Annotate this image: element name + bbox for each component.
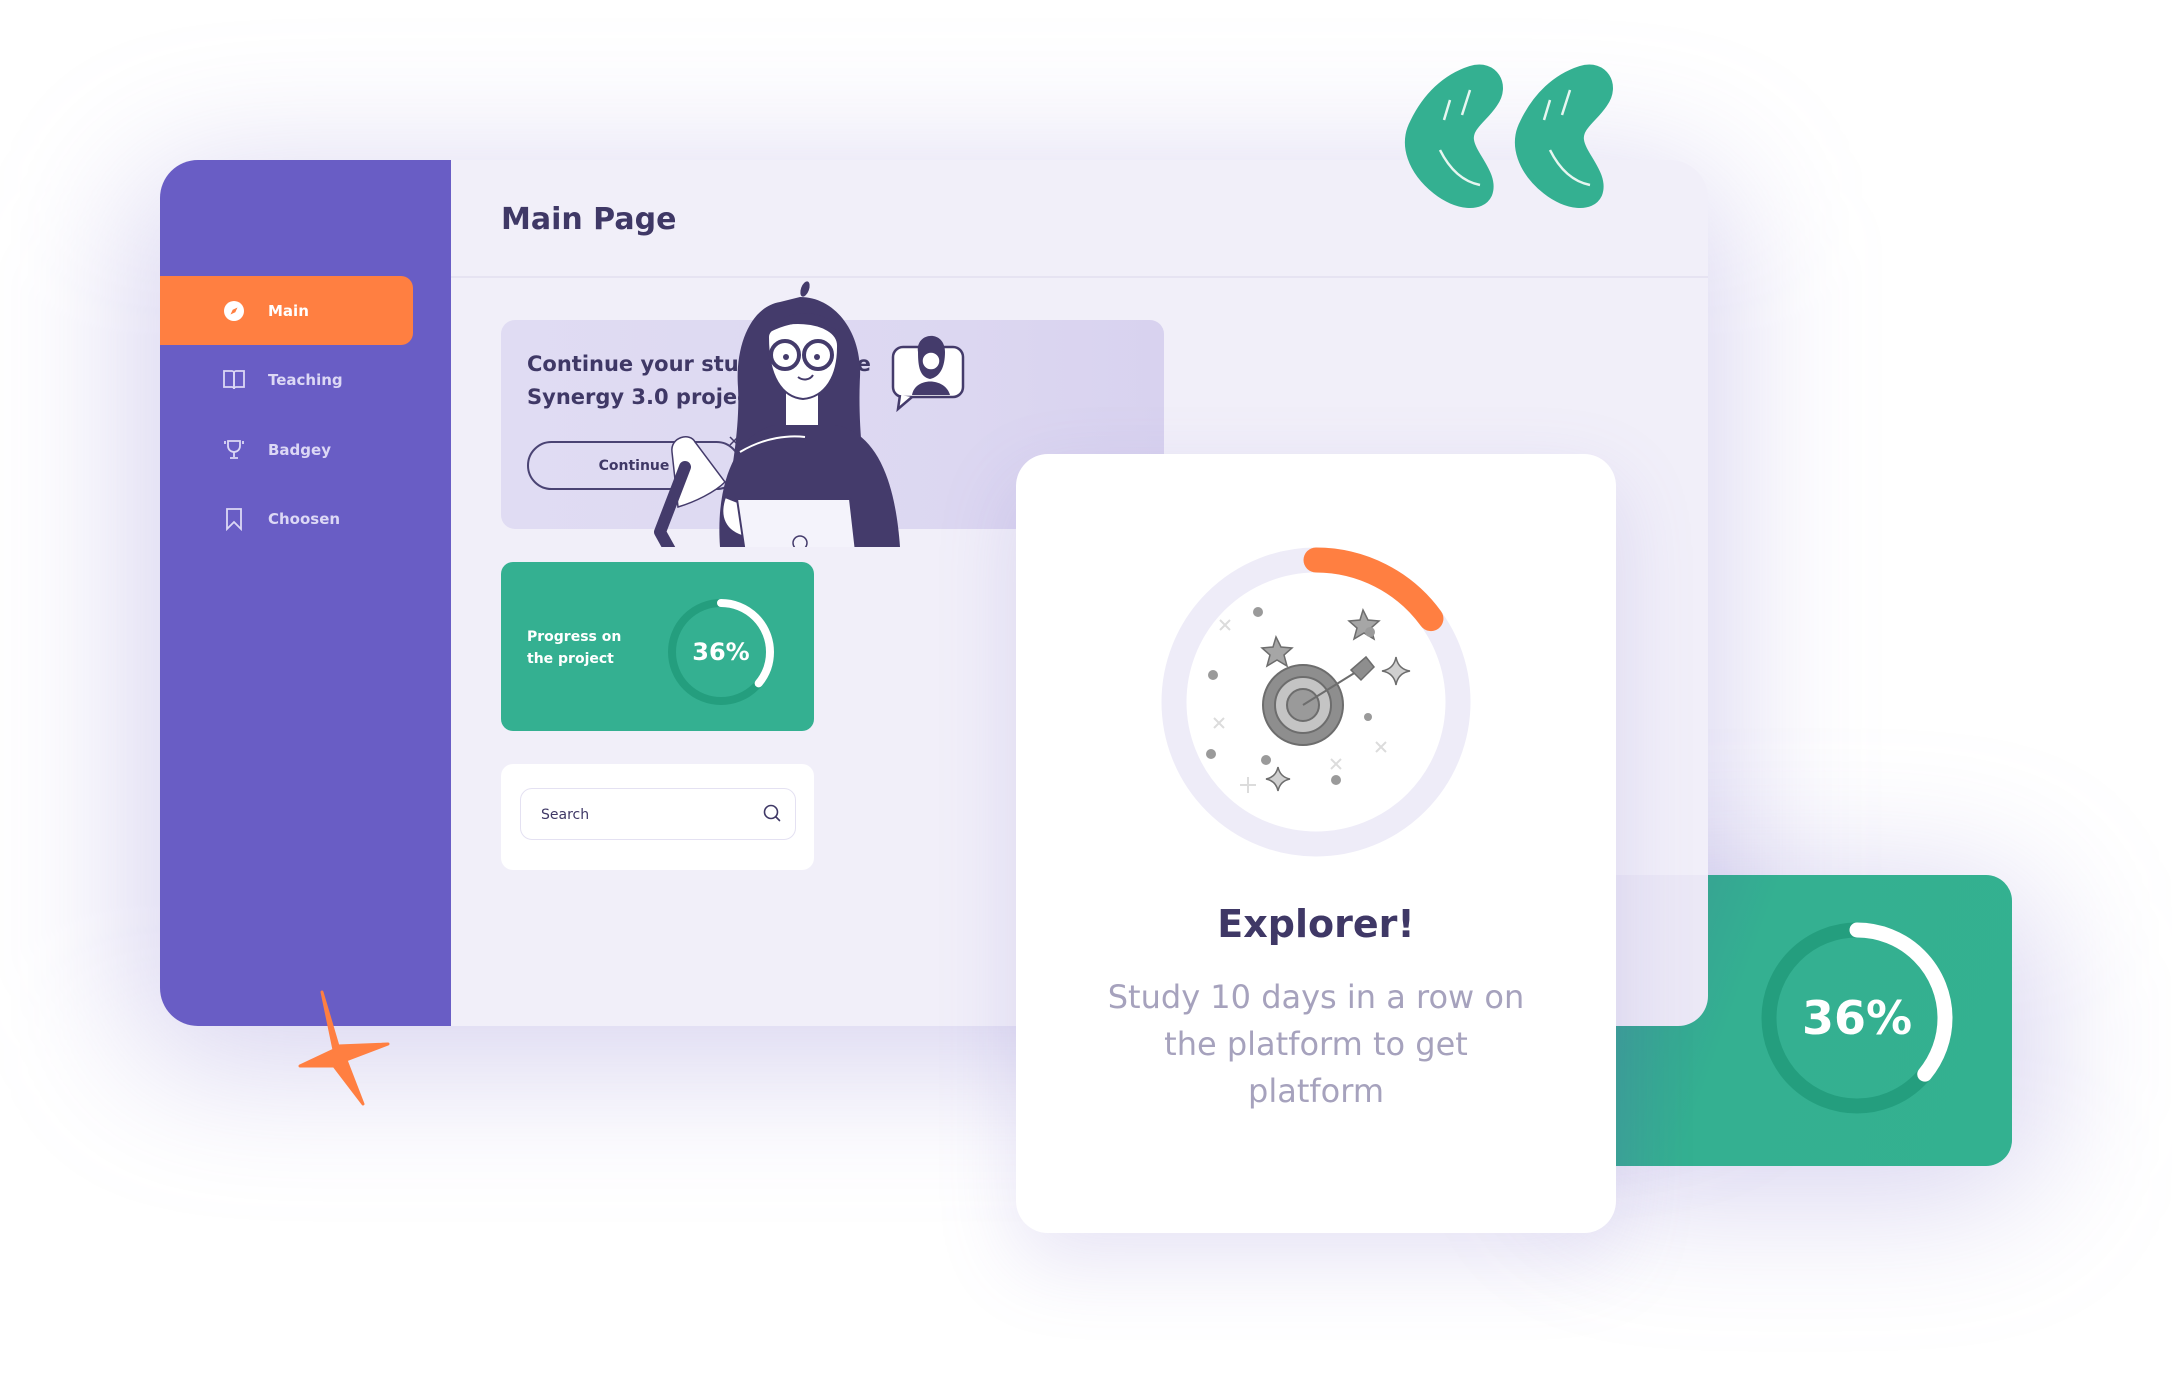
book-icon [222, 368, 246, 392]
student-illustration [654, 281, 965, 547]
page-title: Main Page [501, 202, 677, 237]
achievement-ring [1161, 547, 1471, 857]
search-box [520, 788, 796, 840]
sparkle-star-icon [298, 990, 390, 1106]
sidebar-item-badgey[interactable]: Badgey [160, 415, 413, 484]
achievement-title: Explorer! [1217, 902, 1415, 946]
achievement-description: Study 10 days in a row on the platform t… [1107, 978, 1525, 1110]
progress-label-line1: Progress on [527, 629, 622, 645]
search-input[interactable] [539, 789, 753, 840]
trophy-icon [222, 438, 246, 462]
big-progress-value: 36% [1801, 991, 1913, 1045]
target-badge-icon [1206, 607, 1411, 793]
bookmark-icon [222, 507, 246, 531]
sidebar-item-label: Badgey [268, 440, 331, 459]
progress-label-line2: the project [527, 651, 614, 667]
sidebar-item-label: Teaching [268, 370, 343, 389]
progress-label: Progress on the project [527, 626, 621, 670]
sidebar: Main Teaching Badgey Choosen [160, 160, 451, 1026]
sidebar-item-main[interactable]: Main [160, 276, 413, 345]
sidebar-item-label: Choosen [268, 509, 341, 528]
search-card [501, 764, 814, 870]
search-icon[interactable] [761, 802, 783, 824]
sidebar-item-label: Main [268, 301, 309, 320]
progress-card[interactable]: Progress on the project 36% [501, 562, 814, 731]
progress-value: 36% [692, 638, 750, 666]
sidebar-item-teaching[interactable]: Teaching [160, 345, 413, 414]
compass-icon [222, 299, 246, 323]
quote-marks-icon [1404, 64, 1613, 209]
sidebar-item-choosen[interactable]: Choosen [160, 484, 413, 553]
explorer-achievement-card[interactable]: Explorer! Study 10 days in a row on the … [1016, 454, 1616, 1233]
